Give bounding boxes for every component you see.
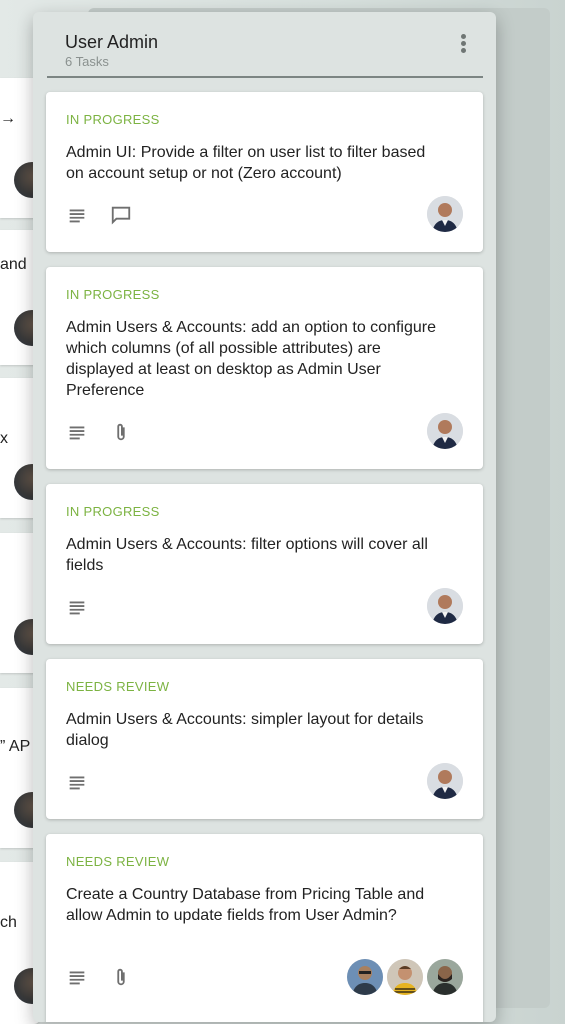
status-label: NEEDS REVIEW	[66, 854, 170, 869]
task-title: Admin UI: Provide a filter on user list …	[66, 144, 426, 182]
description-icon	[69, 971, 85, 985]
avatar[interactable]	[427, 959, 463, 995]
task-title: Create a Country Database from Pricing T…	[66, 886, 425, 924]
task-card[interactable]: IN PROGRESS Admin Users & Accounts: add …	[46, 267, 483, 469]
comment-icon	[112, 206, 131, 225]
assignee-avatars	[423, 763, 463, 801]
task-card[interactable]: IN PROGRESS Admin Users & Accounts: filt…	[46, 484, 483, 644]
task-title: Admin Users & Accounts: add an option to…	[66, 319, 436, 399]
column-header: User Admin 6 Tasks	[47, 12, 483, 78]
attachment-icon	[117, 423, 126, 441]
card-icons	[66, 204, 150, 228]
task-card[interactable]: NEEDS REVIEW Create a Country Database f…	[46, 834, 483, 1022]
card-icons	[66, 421, 150, 445]
assignee-avatars	[423, 588, 463, 626]
description-icon	[69, 426, 85, 440]
task-card[interactable]: NEEDS REVIEW Admin Users & Accounts: sim…	[46, 659, 483, 819]
left-card-text-fragment: and	[0, 256, 27, 273]
avatar[interactable]	[427, 196, 463, 232]
description-icon	[69, 209, 85, 223]
attachment-icon	[117, 968, 126, 986]
task-column: User Admin 6 Tasks IN PROGRESS Admin UI:…	[33, 12, 496, 1022]
avatar[interactable]	[427, 413, 463, 449]
assignee-avatars	[423, 196, 463, 234]
avatar[interactable]	[427, 588, 463, 624]
description-icon	[69, 601, 85, 615]
avatar[interactable]	[347, 959, 383, 995]
card-icons	[66, 771, 106, 795]
status-label: IN PROGRESS	[66, 504, 160, 519]
status-label: NEEDS REVIEW	[66, 679, 170, 694]
left-card-text-fragment: x	[0, 430, 8, 447]
description-icon	[69, 776, 85, 790]
card-icons	[66, 966, 150, 990]
avatar[interactable]	[427, 763, 463, 799]
task-count: 6 Tasks	[65, 54, 109, 69]
more-vert-icon[interactable]	[461, 34, 467, 54]
task-card[interactable]: IN PROGRESS Admin UI: Provide a filter o…	[46, 92, 483, 252]
status-label: IN PROGRESS	[66, 287, 160, 302]
card-icons	[66, 596, 106, 620]
column-title: User Admin	[65, 32, 159, 52]
task-title: Admin Users & Accounts: simpler layout f…	[66, 711, 424, 749]
avatar[interactable]	[387, 959, 423, 995]
assignee-avatars	[423, 413, 463, 451]
left-card-text-fragment: ” AP	[0, 738, 31, 755]
left-card-text-fragment: →	[0, 110, 16, 127]
status-label: IN PROGRESS	[66, 112, 160, 127]
assignee-avatars	[343, 959, 463, 997]
task-title: Admin Users & Accounts: filter options w…	[66, 536, 428, 574]
left-card-text-fragment: ch	[0, 914, 17, 931]
